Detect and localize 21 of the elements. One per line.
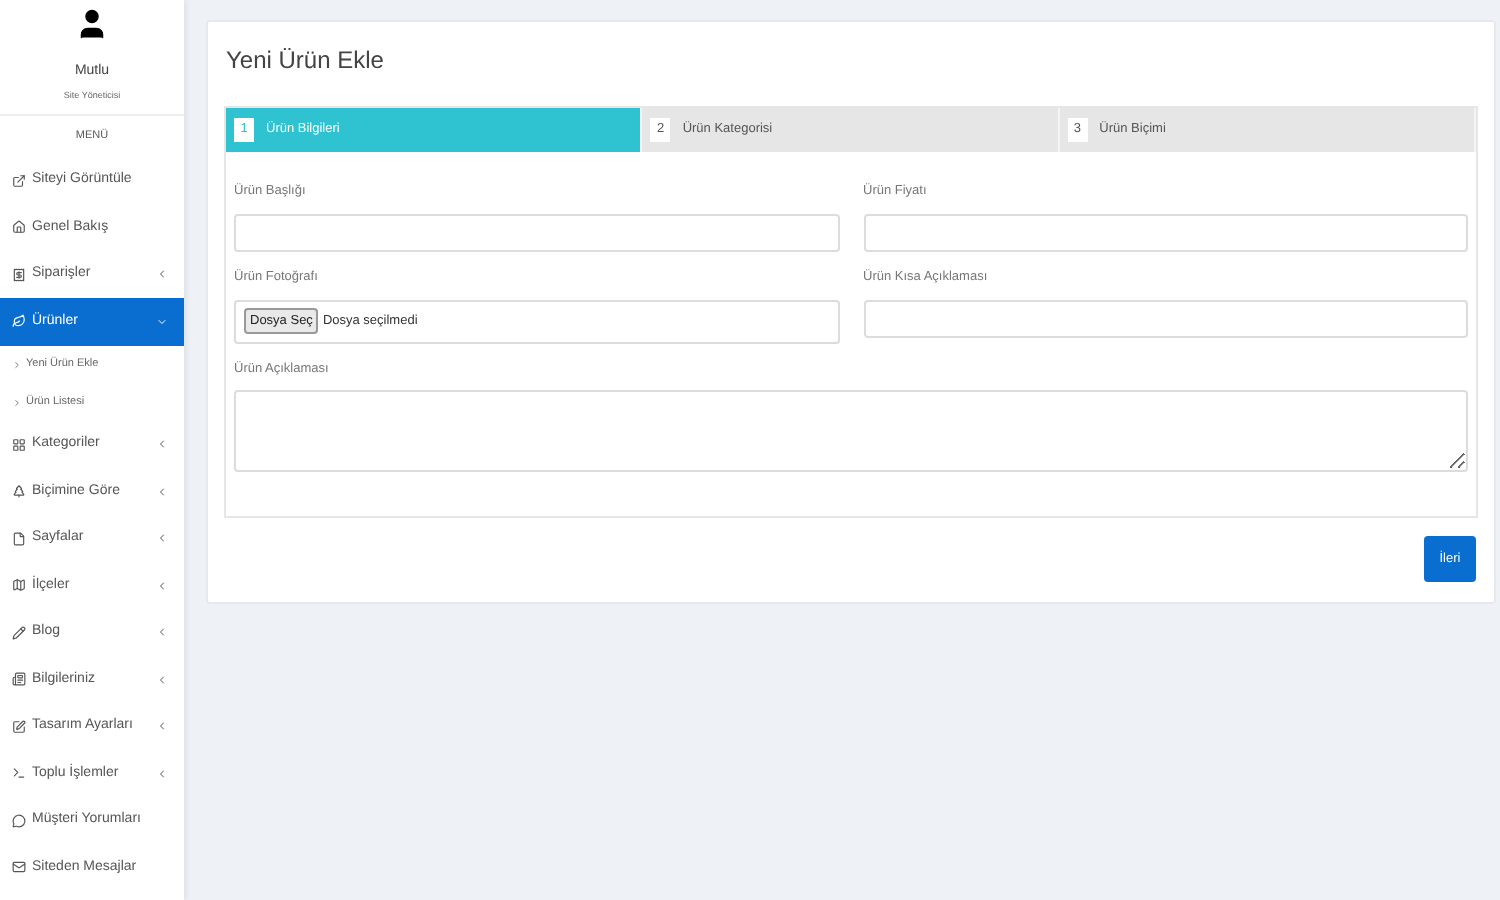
text-field[interactable] bbox=[234, 213, 839, 252]
newspaper-icon bbox=[12, 672, 26, 687]
receipt-icon bbox=[12, 267, 26, 282]
map-icon bbox=[12, 578, 26, 593]
grid-icon bbox=[12, 437, 26, 452]
textarea-field[interactable] bbox=[234, 390, 1468, 473]
external-link-icon bbox=[12, 173, 26, 188]
tree-icon bbox=[12, 484, 26, 499]
page-title: Yeni Ürün Ekle bbox=[226, 44, 386, 78]
chevron-right-icon bbox=[12, 397, 22, 407]
leaf-icon bbox=[12, 314, 26, 329]
chevron-right-icon bbox=[12, 359, 22, 369]
edit-icon bbox=[12, 719, 26, 734]
file-icon bbox=[12, 531, 26, 546]
text-field[interactable] bbox=[863, 299, 1468, 337]
text-field[interactable] bbox=[863, 213, 1468, 252]
home-icon bbox=[12, 220, 26, 235]
pencil-icon bbox=[12, 625, 26, 640]
chat-icon bbox=[12, 813, 26, 828]
mail-icon bbox=[12, 860, 26, 875]
terminal-icon bbox=[12, 766, 26, 781]
